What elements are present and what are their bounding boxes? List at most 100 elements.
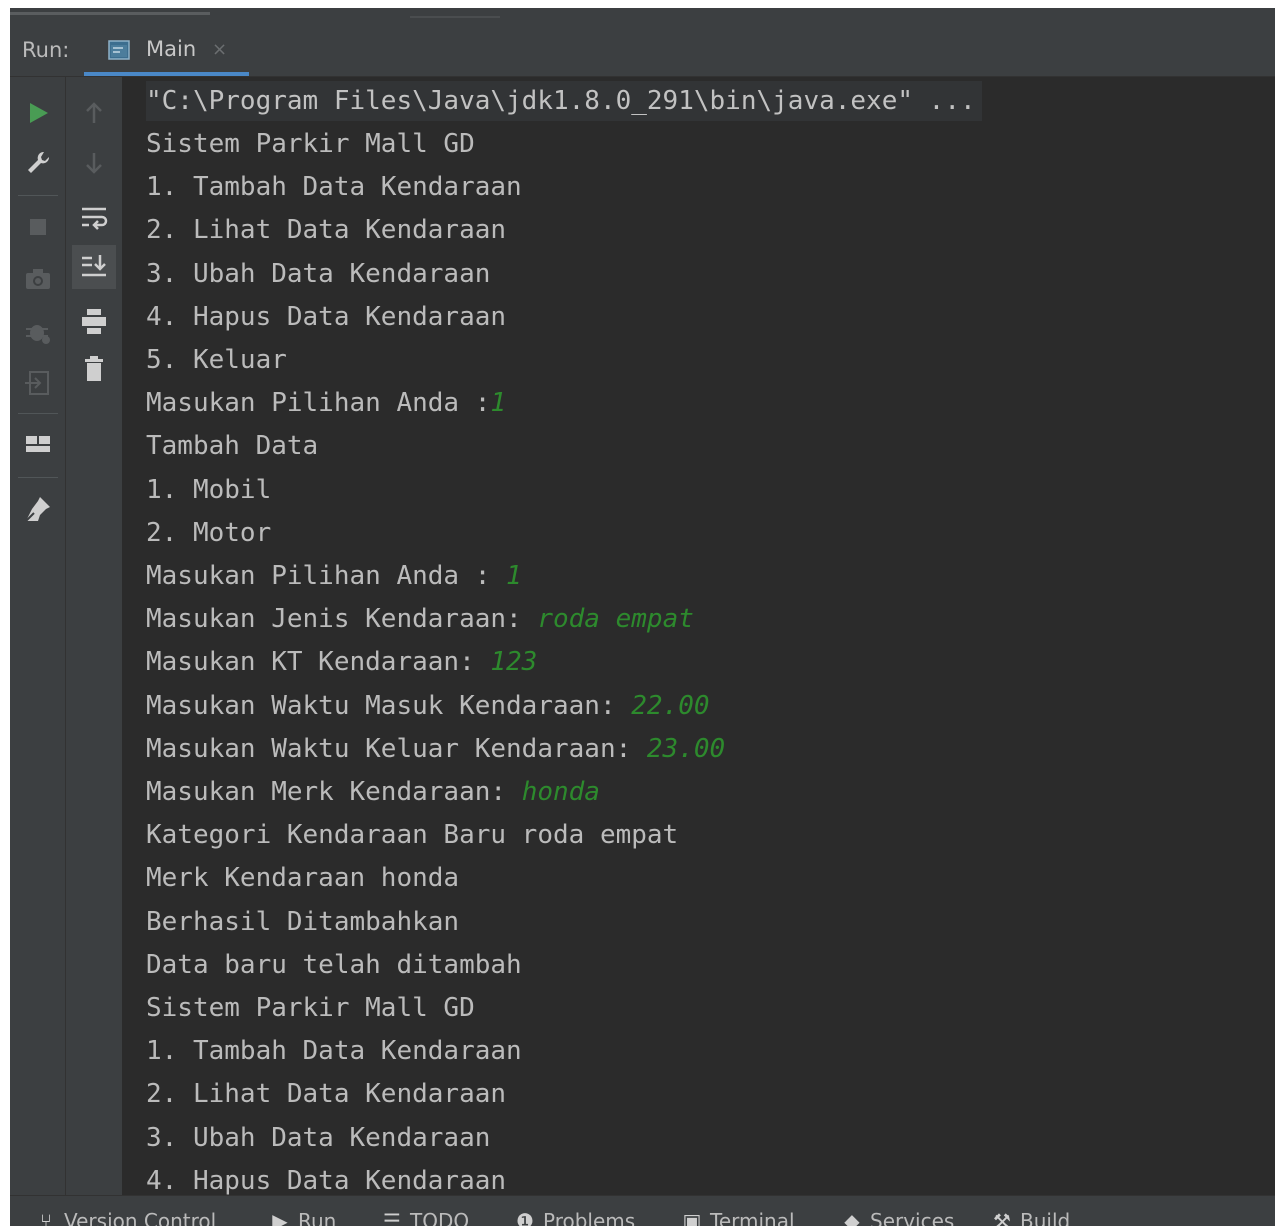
- console-user-input: 1: [506, 561, 522, 591]
- console-user-input: 23.00: [646, 734, 726, 764]
- console-line-text: Merk Kendaraan honda: [146, 863, 460, 893]
- console-line: Merk Kendaraan honda: [146, 858, 459, 898]
- pin-icon[interactable]: [22, 493, 54, 525]
- scroll-to-end-icon[interactable]: [78, 251, 110, 283]
- console-line-text: 1. Tambah Data Kendaraan: [146, 172, 522, 202]
- console-line-text: 5. Keluar: [146, 345, 287, 375]
- soft-wrap-icon[interactable]: [78, 201, 110, 233]
- run-icon: ▶: [272, 1209, 288, 1226]
- trash-icon[interactable]: [78, 353, 110, 385]
- console-user-input: roda empat: [537, 604, 694, 634]
- console-line-text: Masukan KT Kendaraan:: [146, 647, 491, 677]
- console-command-line: "C:\Program Files\Java\jdk1.8.0_291\bin\…: [146, 81, 982, 121]
- console-line-text: 3. Ubah Data Kendaraan: [146, 1123, 491, 1153]
- console-line: Sistem Parkir Mall GD: [146, 988, 475, 1028]
- console-line: Masukan Merk Kendaraan: honda: [146, 772, 600, 812]
- console-line: Data baru telah ditambah: [146, 945, 522, 985]
- tool-window-terminal[interactable]: ▣ Terminal: [680, 1206, 795, 1226]
- run-tool-window: Run: Main × "C:\Program Files\Java\jdk1.…: [10, 8, 1275, 1226]
- console-line: 4. Hapus Data Kendaraan: [146, 1161, 506, 1195]
- run-label: Run:: [22, 38, 70, 62]
- console-line: 1. Tambah Data Kendaraan: [146, 1031, 522, 1071]
- layout-icon[interactable]: [22, 429, 54, 461]
- console-line: 1. Tambah Data Kendaraan: [146, 167, 522, 207]
- console-line: Masukan Pilihan Anda : 1: [146, 556, 522, 596]
- branch-icon: ⑂: [40, 1209, 52, 1226]
- terminal-icon: ▣: [682, 1209, 702, 1226]
- stop-icon[interactable]: [22, 211, 54, 243]
- tab-main[interactable]: Main ×: [84, 26, 249, 76]
- console-line: Tambah Data: [146, 426, 318, 466]
- console-user-input: 1: [490, 388, 507, 418]
- debug-icon[interactable]: [22, 315, 54, 347]
- console-line-text: Berhasil Ditambahkan: [146, 907, 460, 937]
- console-line: Berhasil Ditambahkan: [146, 902, 459, 942]
- toolbar-separator: [18, 195, 58, 196]
- tool-window-run[interactable]: ▶ Run: [268, 1206, 336, 1226]
- arrow-down-icon[interactable]: [78, 147, 110, 179]
- tab-indicator-secondary: [410, 16, 500, 18]
- console-line-text: 2. Motor: [146, 518, 272, 548]
- tab-main-label: Main: [146, 37, 197, 61]
- console-line: 3. Ubah Data Kendaraan: [146, 254, 490, 294]
- console-line-text: 2. Lihat Data Kendaraan: [146, 215, 507, 245]
- tool-window-label: TODO: [410, 1209, 470, 1226]
- console-line-text: Masukan Waktu Masuk Kendaraan:: [146, 691, 632, 721]
- tool-window-label: Run: [298, 1209, 337, 1226]
- close-icon[interactable]: ×: [212, 39, 227, 60]
- tool-window-label: Build: [1020, 1209, 1071, 1226]
- tool-window-bar: ⑂ Version Control ▶ Run ☰ TODO ❶ Problems ▣ Termi…: [10, 1195, 1275, 1226]
- run-toolbar-right: [66, 77, 122, 1195]
- console-line: Masukan Pilihan Anda :1: [146, 383, 506, 423]
- camera-icon[interactable]: [22, 263, 54, 295]
- tool-window-problems[interactable]: ❶ Problems: [513, 1206, 635, 1226]
- console-line-text: 1. Tambah Data Kendaraan: [146, 1036, 522, 1066]
- console-line-text: Masukan Jenis Kendaraan:: [146, 604, 538, 634]
- tool-window-build[interactable]: ⚒ Build: [990, 1206, 1070, 1226]
- tool-window-todo[interactable]: ☰ TODO: [380, 1206, 469, 1226]
- tool-window-label: Terminal: [710, 1209, 795, 1226]
- run-toolbar-left: [10, 77, 66, 1195]
- console-line-text: 1. Mobil: [146, 475, 272, 505]
- console-line: Masukan Waktu Masuk Kendaraan: 22.00: [146, 686, 710, 726]
- console-user-input: 123: [490, 647, 538, 677]
- list-icon: ☰: [383, 1209, 401, 1226]
- console-line: Masukan Jenis Kendaraan: roda empat: [146, 599, 694, 639]
- console-line-text: 3. Ubah Data Kendaraan: [146, 259, 491, 289]
- tab-indicator: [10, 12, 210, 15]
- console-line: 2. Lihat Data Kendaraan: [146, 210, 506, 250]
- print-icon[interactable]: [78, 305, 110, 337]
- arrow-up-icon[interactable]: [78, 97, 110, 129]
- console-line-text: Sistem Parkir Mall GD: [146, 129, 475, 159]
- console-user-input: 22.00: [631, 691, 710, 721]
- console-output[interactable]: "C:\Program Files\Java\jdk1.8.0_291\bin\…: [122, 77, 1275, 1195]
- top-strip: [10, 8, 1275, 26]
- console-line-text: Masukan Pilihan Anda :: [146, 388, 491, 418]
- run-tab-bar: Run: Main ×: [10, 26, 1275, 77]
- console-line-text: Masukan Waktu Keluar Kendaraan:: [146, 734, 647, 764]
- console-line: Kategori Kendaraan Baru roda empat: [146, 815, 678, 855]
- tab-active-underline: [84, 72, 249, 76]
- console-line: Sistem Parkir Mall GD: [146, 124, 475, 164]
- console-line-text: Kategori Kendaraan Baru roda empat: [146, 820, 679, 850]
- console-line-text: Sistem Parkir Mall GD: [146, 993, 475, 1023]
- console-line-text: Tambah Data: [146, 431, 319, 461]
- console-line: 1. Mobil: [146, 470, 271, 510]
- console-line-text: 2. Lihat Data Kendaraan: [146, 1079, 507, 1109]
- console-line-text: Masukan Merk Kendaraan:: [146, 777, 522, 807]
- exit-icon[interactable]: [22, 367, 54, 399]
- tool-window-services[interactable]: ◆ Services: [840, 1206, 954, 1226]
- run-icon[interactable]: [22, 97, 54, 129]
- console-line: Masukan Waktu Keluar Kendaraan: 23.00: [146, 729, 725, 769]
- build-icon: ⚒: [993, 1209, 1011, 1226]
- tool-window-label: Version Control: [64, 1209, 217, 1226]
- console-line: 3. Ubah Data Kendaraan: [146, 1118, 490, 1158]
- console-icon: [108, 40, 130, 60]
- console-line-text: Masukan Pilihan Anda :: [146, 561, 507, 591]
- tool-window-version-control[interactable]: ⑂ Version Control: [34, 1206, 216, 1226]
- console-user-input: honda: [521, 777, 600, 807]
- wrench-icon[interactable]: [22, 147, 54, 179]
- tool-window-label: Services: [870, 1209, 955, 1226]
- tool-window-label: Problems: [543, 1209, 636, 1226]
- console-line: 4. Hapus Data Kendaraan: [146, 297, 506, 337]
